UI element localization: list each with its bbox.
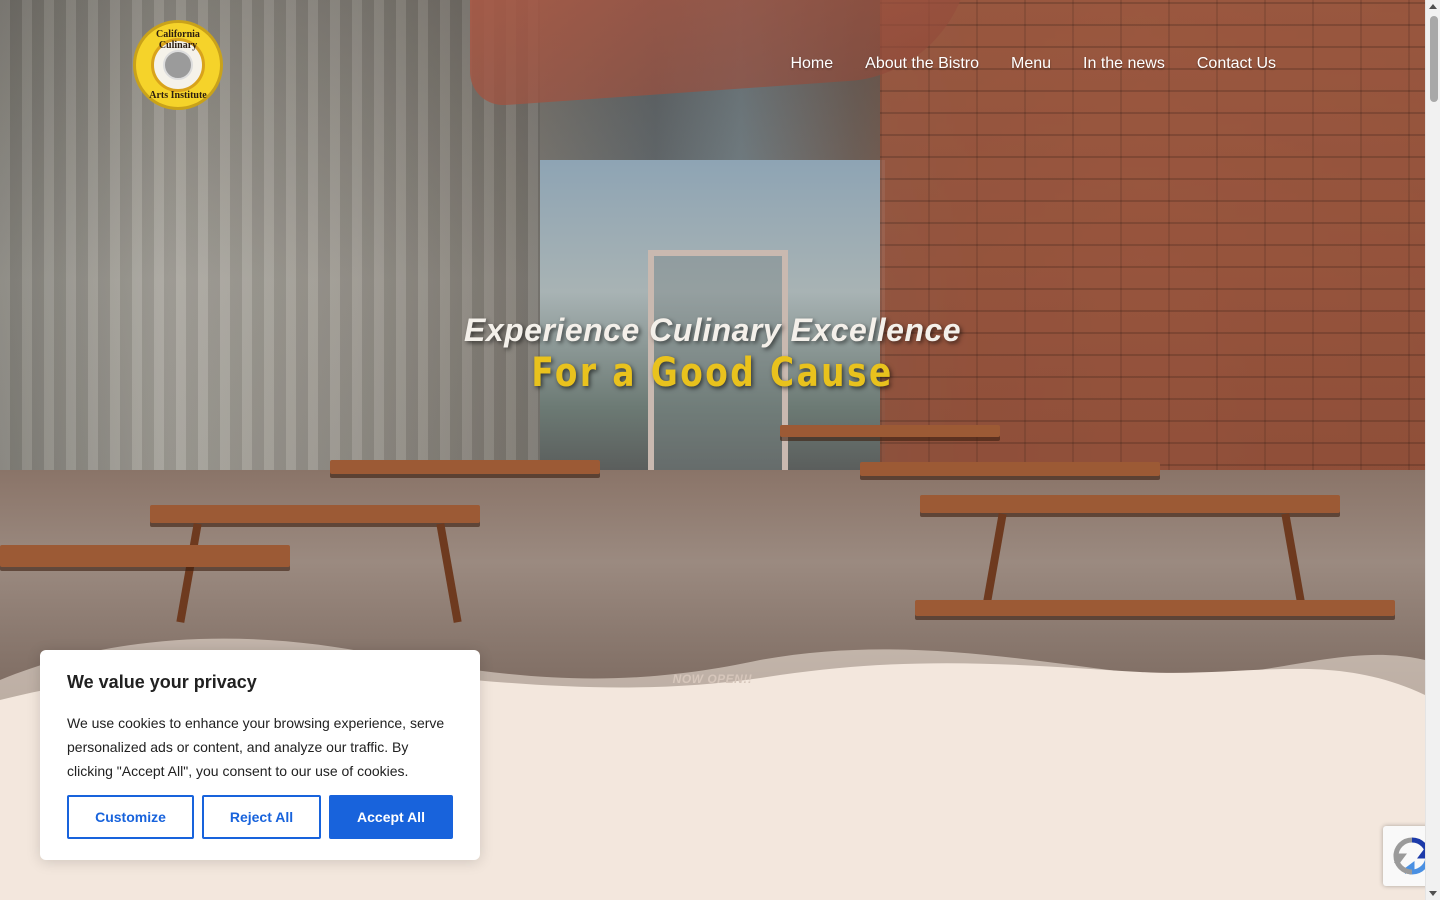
site-logo[interactable]: California Culinary Arts Institute [133, 20, 223, 110]
hero-table [150, 505, 480, 523]
nav-contact-us[interactable]: Contact Us [1197, 55, 1276, 73]
chevron-down-icon[interactable] [1429, 891, 1437, 896]
hero-table [860, 462, 1160, 476]
hero-table [0, 545, 290, 567]
hero-bench [915, 600, 1395, 616]
hero-table [920, 495, 1340, 513]
hero-table [780, 425, 1000, 437]
logo-text-bottom: Arts Institute [149, 90, 207, 101]
reject-all-button[interactable]: Reject All [202, 795, 321, 839]
logo-text-top: California Culinary [156, 29, 200, 51]
main-nav: Home About the Bistro Menu In the news C… [790, 55, 1276, 73]
cookie-title: We value your privacy [67, 672, 257, 692]
scrollbar-thumb[interactable] [1430, 16, 1438, 102]
chef-plate-icon [163, 50, 193, 80]
cookie-buttons: Customize Reject All Accept All [67, 795, 453, 839]
page-scrollbar[interactable] [1425, 0, 1440, 900]
nav-in-the-news[interactable]: In the news [1083, 55, 1165, 73]
nav-about-the-bistro[interactable]: About the Bistro [865, 55, 979, 73]
cookie-body: We use cookies to enhance your browsing … [67, 715, 445, 779]
hero-table [330, 460, 600, 474]
chevron-up-icon[interactable] [1429, 4, 1437, 9]
nav-menu[interactable]: Menu [1011, 55, 1051, 73]
hero-banner: Experience Culinary Excellence For a Goo… [0, 0, 1425, 700]
nav-home[interactable]: Home [790, 55, 833, 73]
hero-headline: Experience Culinary Excellence [463, 312, 962, 348]
cookie-consent-banner: We value your privacy We use cookies to … [40, 650, 480, 860]
accept-all-button[interactable]: Accept All [329, 795, 453, 839]
hero-subheadline: For a Good Cause [531, 350, 894, 396]
customize-button[interactable]: Customize [67, 795, 194, 839]
